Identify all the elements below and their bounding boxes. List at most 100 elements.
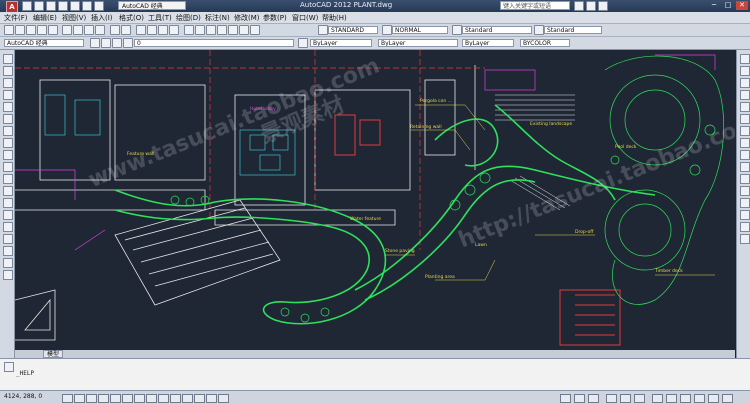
fillet-icon[interactable] — [740, 222, 750, 232]
toolbar-open-icon[interactable] — [15, 25, 25, 35]
layer-on-icon[interactable] — [101, 38, 111, 48]
scale-icon[interactable] — [740, 138, 750, 148]
color-select[interactable]: ByLayer — [310, 39, 372, 47]
make-block-icon[interactable] — [3, 198, 13, 208]
ellipse-icon[interactable] — [3, 162, 13, 172]
mirror-icon[interactable] — [740, 78, 750, 88]
extend-icon[interactable] — [740, 174, 750, 184]
redo-icon[interactable] — [94, 1, 104, 11]
dynamic-input-icon[interactable] — [170, 394, 181, 403]
array-icon[interactable] — [740, 102, 750, 112]
pan-icon[interactable] — [136, 25, 146, 35]
dynamic-ucs-icon[interactable] — [158, 394, 169, 403]
zoom-window-icon[interactable] — [158, 25, 168, 35]
quick-view-layouts-icon[interactable] — [574, 394, 585, 403]
status-bar-menu-icon[interactable] — [708, 394, 719, 403]
toolbar-new-icon[interactable] — [4, 25, 14, 35]
3d-object-snap-icon[interactable] — [134, 394, 145, 403]
menu-edit[interactable]: 编辑(E) — [33, 13, 57, 23]
menu-modify[interactable]: 修改(M) — [234, 13, 260, 23]
lineweight-select[interactable]: ByLayer — [462, 39, 514, 47]
minimize-button[interactable]: ─ — [708, 1, 720, 10]
text-style-icon[interactable] — [318, 25, 328, 35]
plot-icon[interactable] — [70, 1, 80, 11]
tab-model[interactable]: 模型 — [43, 350, 64, 358]
menu-insert[interactable]: 插入(I) — [91, 13, 113, 23]
menu-format[interactable]: 格式(O) — [119, 13, 144, 23]
markup-icon[interactable] — [228, 25, 238, 35]
point-icon[interactable] — [3, 210, 13, 220]
infer-constraints-icon[interactable] — [62, 394, 73, 403]
coordinates-readout[interactable]: 4124, 288, 0 — [4, 393, 42, 400]
quickcalc-icon[interactable] — [239, 25, 249, 35]
menu-file[interactable]: 文件(F) — [4, 13, 28, 23]
maximize-button[interactable]: □ — [722, 1, 734, 10]
annotation-scale-icon[interactable] — [606, 394, 617, 403]
text-style-select[interactable]: STANDARD — [328, 26, 378, 34]
new-icon[interactable] — [22, 1, 32, 11]
close-button[interactable]: ✕ — [736, 1, 748, 10]
make-current-layer-icon[interactable] — [298, 38, 308, 48]
open-icon[interactable] — [34, 1, 44, 11]
properties-icon[interactable] — [184, 25, 194, 35]
layer-select[interactable]: 0 — [134, 39, 294, 47]
model-space-icon[interactable] — [560, 394, 571, 403]
menu-window[interactable]: 窗口(W) — [292, 13, 318, 23]
paste-icon[interactable] — [84, 25, 94, 35]
join-icon[interactable] — [740, 198, 750, 208]
revision-cloud-icon[interactable] — [3, 138, 13, 148]
rectangle-icon[interactable] — [3, 102, 13, 112]
toolbar-print-icon[interactable] — [37, 25, 47, 35]
construction-line-icon[interactable] — [3, 66, 13, 76]
hatch-icon[interactable] — [3, 222, 13, 232]
arc-icon[interactable] — [3, 114, 13, 124]
toolbar-redo-icon[interactable] — [121, 25, 131, 35]
annotation-visibility-icon[interactable] — [620, 394, 631, 403]
toolbar-undo-icon[interactable] — [110, 25, 120, 35]
save-icon[interactable] — [46, 1, 56, 11]
workspace-combo[interactable]: AutoCAD 经典 — [4, 39, 84, 47]
spline-icon[interactable] — [3, 150, 13, 160]
cut-icon[interactable] — [62, 25, 72, 35]
menu-parametric[interactable]: 参数(P) — [263, 13, 287, 23]
sign-in-icon[interactable] — [586, 1, 596, 11]
multileader-style-icon[interactable] — [534, 25, 544, 35]
toolbar-lock-icon[interactable] — [666, 394, 677, 403]
menu-view[interactable]: 视图(V) — [62, 13, 86, 23]
lineweight-icon[interactable] — [182, 394, 193, 403]
table-style-select[interactable]: Standard — [462, 26, 532, 34]
plotstyle-select[interactable]: BYCOLOR — [520, 39, 570, 47]
polar-tracking-icon[interactable] — [110, 394, 121, 403]
break-icon[interactable] — [740, 186, 750, 196]
workspace-switching-icon[interactable] — [652, 394, 663, 403]
auto-scale-icon[interactable] — [634, 394, 645, 403]
snap-mode-icon[interactable] — [74, 394, 85, 403]
search-input[interactable]: 键入关键字或短语 — [500, 1, 570, 10]
dim-style-select[interactable]: NORMAL — [392, 26, 448, 34]
copy-object-icon[interactable] — [740, 66, 750, 76]
copy-icon[interactable] — [73, 25, 83, 35]
polygon-icon[interactable] — [3, 90, 13, 100]
gradient-icon[interactable] — [3, 234, 13, 244]
stretch-icon[interactable] — [740, 150, 750, 160]
object-snap-icon[interactable] — [122, 394, 133, 403]
layer-manager-icon[interactable] — [90, 38, 100, 48]
circle-icon[interactable] — [3, 126, 13, 136]
layer-lock-icon[interactable] — [123, 38, 133, 48]
sheet-set-icon[interactable] — [217, 25, 227, 35]
hardware-acceleration-icon[interactable] — [680, 394, 691, 403]
explode-icon[interactable] — [740, 234, 750, 244]
toolbar-help-icon[interactable] — [250, 25, 260, 35]
line-icon[interactable] — [3, 54, 13, 64]
dim-style-icon[interactable] — [382, 25, 392, 35]
command-line[interactable]: _HELP — [0, 358, 750, 391]
layer-freeze-icon[interactable] — [112, 38, 122, 48]
undo-icon[interactable] — [82, 1, 92, 11]
menu-dimension[interactable]: 标注(N) — [205, 13, 230, 23]
polyline-icon[interactable] — [3, 78, 13, 88]
rotate-icon[interactable] — [740, 126, 750, 136]
zoom-previous-icon[interactable] — [169, 25, 179, 35]
quick-view-drawings-icon[interactable] — [588, 394, 599, 403]
saveas-icon[interactable] — [58, 1, 68, 11]
linetype-select[interactable]: ByLayer — [378, 39, 458, 47]
